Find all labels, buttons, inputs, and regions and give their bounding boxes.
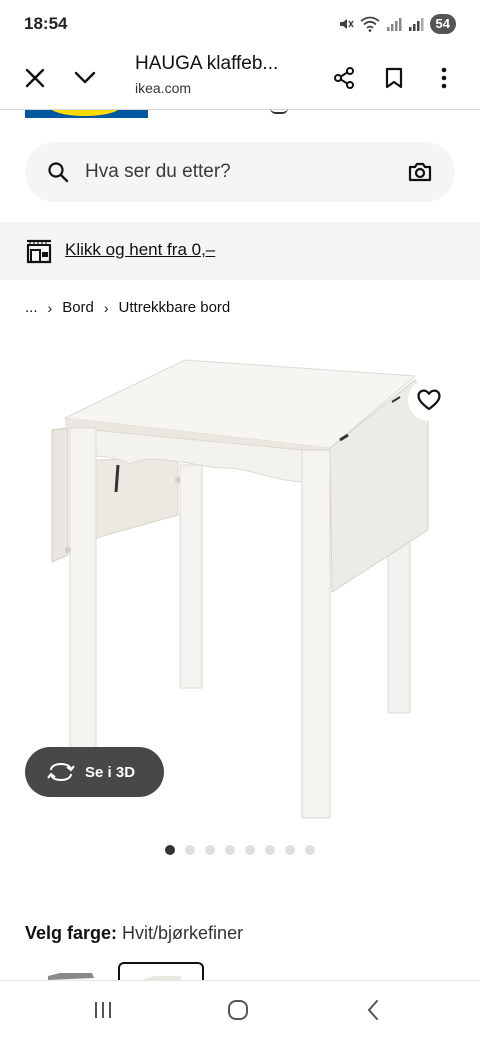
header-icon-fragment xyxy=(270,108,288,114)
status-icons: 54 xyxy=(338,14,456,34)
signal-roaming-icon xyxy=(408,18,424,31)
more-vert-icon xyxy=(441,67,447,89)
carousel-dot[interactable] xyxy=(205,845,215,855)
click-collect-banner: Klikk og hent fra 0,– xyxy=(0,222,480,280)
carousel-dot[interactable] xyxy=(225,845,235,855)
view-in-3d-label: Se i 3D xyxy=(85,763,136,781)
more-options-button[interactable] xyxy=(426,60,462,96)
recent-apps-button[interactable] xyxy=(88,997,118,1023)
breadcrumb: ... › Bord › Uttrekkbare bord xyxy=(25,299,230,316)
carousel-dot[interactable] xyxy=(265,845,275,855)
search-input[interactable] xyxy=(85,142,395,202)
color-swatch-option[interactable] xyxy=(30,962,116,982)
home-button[interactable] xyxy=(223,997,253,1023)
click-collect-link[interactable]: Klikk og hent fra 0,– xyxy=(65,240,215,260)
color-value: Hvit/bjørkefiner xyxy=(122,923,244,943)
battery-indicator: 54 xyxy=(429,14,456,34)
back-icon xyxy=(367,1000,378,1020)
close-button[interactable] xyxy=(17,60,53,96)
color-label: Velg farge: xyxy=(25,923,118,943)
image-carousel-dots xyxy=(165,845,315,855)
breadcrumb-item-uttrekkbare-bord[interactable]: Uttrekkbare bord xyxy=(119,299,231,316)
search-bar[interactable] xyxy=(25,142,455,202)
browser-toolbar: HAUGA klaffeb... ikea.com xyxy=(0,48,480,108)
carousel-dot[interactable] xyxy=(285,845,295,855)
chevron-down-icon xyxy=(74,71,96,84)
back-button[interactable] xyxy=(358,997,388,1023)
bookmark-button[interactable] xyxy=(376,60,412,96)
recents-icon xyxy=(95,1002,111,1018)
system-navigation-bar xyxy=(0,980,480,1040)
heart-icon xyxy=(417,389,441,411)
bookmark-icon xyxy=(385,67,403,89)
signal-icon xyxy=(386,18,402,31)
minimize-button[interactable] xyxy=(67,60,103,96)
carousel-dot[interactable] xyxy=(245,845,255,855)
close-icon xyxy=(25,68,45,88)
breadcrumb-item-bord[interactable]: Bord xyxy=(62,299,94,316)
carousel-dot[interactable] xyxy=(305,845,315,855)
page-title: HAUGA klaffeb... xyxy=(135,53,279,74)
carousel-dot[interactable] xyxy=(165,845,175,855)
status-time: 18:54 xyxy=(24,14,68,33)
view-in-3d-button[interactable]: Se i 3D xyxy=(25,747,164,797)
swatch-thumbnail-grey xyxy=(48,973,94,980)
wifi-icon xyxy=(359,16,380,32)
ikea-logo[interactable] xyxy=(25,110,148,118)
chevron-right-icon: › xyxy=(103,299,109,316)
camera-search-icon[interactable] xyxy=(407,160,433,184)
page-url: ikea.com xyxy=(135,80,192,96)
rotate-3d-icon xyxy=(47,762,75,782)
share-button[interactable] xyxy=(326,60,362,96)
status-bar: 18:54 54 xyxy=(0,0,480,48)
color-swatch-selected[interactable] xyxy=(118,962,204,982)
breadcrumb-ellipsis[interactable]: ... xyxy=(25,299,38,316)
search-icon xyxy=(48,162,69,183)
share-icon xyxy=(334,67,354,89)
color-selection-text: Velg farge: Hvit/bjørkefiner xyxy=(25,923,243,944)
carousel-dot[interactable] xyxy=(185,845,195,855)
mute-icon xyxy=(339,19,354,29)
favorite-button[interactable] xyxy=(408,379,450,421)
chevron-right-icon: › xyxy=(47,299,53,316)
store-icon xyxy=(26,239,52,264)
home-icon xyxy=(228,1000,248,1020)
